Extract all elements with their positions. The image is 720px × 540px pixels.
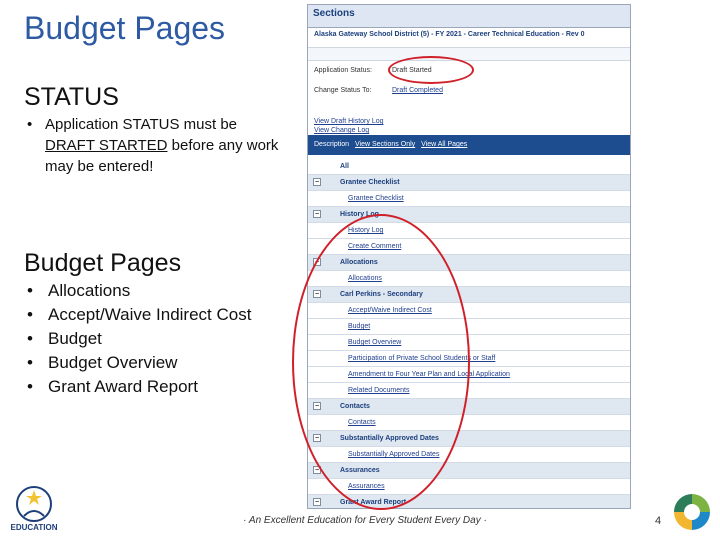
list-item: • Budget [27, 329, 102, 348]
section-page-row[interactable]: Budget [308, 319, 630, 335]
sections-list: All − Grantee Checklist Grantee Checklist − H… [308, 159, 630, 508]
section-page-row[interactable]: Substantially Approved Dates [308, 447, 630, 463]
section-label[interactable]: Accept/Waive Indirect Cost [348, 303, 432, 318]
section-group-row: − History Log [308, 207, 630, 223]
section-group-row: − Substantially Approved Dates [308, 431, 630, 447]
list-item: • Accept/Waive Indirect Cost [27, 305, 252, 324]
slide-title: Budget Pages [24, 10, 226, 46]
section-group-row: − Grant Award Report [308, 495, 630, 508]
section-label[interactable]: Participation of Private School Students… [348, 351, 495, 366]
swirl-logo [674, 494, 710, 530]
section-page-row[interactable]: Assurances [308, 479, 630, 495]
change-status-label: Change Status To: [314, 87, 372, 94]
sections-header: Sections [308, 5, 630, 28]
change-log-link[interactable]: View Change Log [314, 126, 384, 135]
section-label[interactable]: Budget [348, 319, 370, 334]
list-item: • Budget Overview [27, 353, 178, 372]
status-label: Application Status: [314, 67, 372, 74]
change-status-link[interactable]: Draft Completed [392, 87, 443, 94]
status-bullet-text: Application STATUS must be DRAFT STARTED… [45, 116, 279, 175]
application-status: Application Status: Draft Started [314, 67, 432, 74]
section-label: All [340, 163, 349, 170]
section-label[interactable]: Grantee Checklist [348, 191, 404, 206]
budget-pages-heading: Budget Pages [24, 249, 182, 277]
section-label[interactable]: Create Comment [348, 239, 401, 254]
collapse-icon[interactable]: − [313, 466, 321, 474]
collapse-icon[interactable]: − [313, 434, 321, 442]
section-group-row: − Grantee Checklist [308, 175, 630, 191]
list-item: • Allocations [27, 281, 131, 300]
section-label[interactable]: History Log [348, 223, 383, 238]
section-label: Carl Perkins - Secondary [340, 291, 423, 298]
section-label: Grant Award Report [340, 499, 407, 506]
section-group-row: − Contacts [308, 399, 630, 415]
log-links: View Draft History Log View Change Log [314, 117, 384, 135]
section-label[interactable]: Related Documents [348, 383, 409, 398]
district-title: Alaska Gateway School District (5) - FY … [314, 31, 585, 38]
section-label[interactable]: Contacts [348, 415, 376, 430]
section-group-row: − Assurances [308, 463, 630, 479]
section-label[interactable]: Budget Overview [348, 335, 401, 350]
section-label: Substantially Approved Dates [340, 435, 439, 442]
section-label[interactable]: Assurances [348, 479, 385, 494]
section-group-row: − Allocations [308, 255, 630, 271]
section-label: History Log [340, 211, 379, 218]
collapse-icon[interactable]: − [313, 258, 321, 266]
section-page-row[interactable]: History Log [308, 223, 630, 239]
collapse-icon[interactable]: − [313, 402, 321, 410]
history-log-link[interactable]: View Draft History Log [314, 117, 384, 126]
view-all-pages-link[interactable]: View All Pages [421, 141, 467, 148]
education-logo: EDUCATION [11, 486, 58, 532]
status-heading: STATUS [24, 83, 119, 111]
collapse-icon[interactable]: − [313, 210, 321, 218]
section-label: Contacts [340, 403, 370, 410]
section-label[interactable]: Amendment to Four Year Plan and Local Ap… [348, 367, 510, 382]
sections-panel: Sections Alaska Gateway School District … [307, 4, 631, 509]
status-value: Draft Started [392, 67, 432, 74]
section-label[interactable]: Substantially Approved Dates [348, 447, 439, 462]
description-label: Description [314, 141, 350, 148]
footer-tagline: · An Excellent Education for Every Stude… [243, 515, 487, 526]
section-page-row[interactable]: Amendment to Four Year Plan and Local Ap… [308, 367, 630, 383]
svg-text:EDUCATION: EDUCATION [11, 523, 58, 532]
section-page-row[interactable]: Accept/Waive Indirect Cost [308, 303, 630, 319]
section-page-row[interactable]: Grantee Checklist [308, 191, 630, 207]
collapse-icon[interactable]: − [313, 178, 321, 186]
section-page-row[interactable]: Create Comment [308, 239, 630, 255]
draft-started-underlined: DRAFT STARTED [45, 137, 168, 154]
view-sections-only-link[interactable]: View Sections Only [355, 141, 415, 148]
change-status: Change Status To: Draft Completed [314, 87, 443, 94]
divider [308, 47, 630, 61]
page-number: 4 [655, 515, 662, 527]
section-page-row[interactable]: Related Documents [308, 383, 630, 399]
collapse-icon[interactable]: − [313, 290, 321, 298]
section-all-row: All [308, 159, 630, 175]
section-page-row[interactable]: Allocations [308, 271, 630, 287]
budget-pages-list: • Allocations • Accept/Waive Indirect Cost… [24, 279, 251, 399]
collapse-icon[interactable]: − [313, 498, 321, 506]
description-bar: Description View Sections Only View All … [308, 135, 630, 155]
list-item: • Grant Award Report [27, 377, 198, 396]
bullet-dot: • [27, 116, 33, 133]
section-page-row[interactable]: Participation of Private School Students… [308, 351, 630, 367]
section-page-row[interactable]: Contacts [308, 415, 630, 431]
section-label: Assurances [340, 467, 380, 474]
section-label[interactable]: Allocations [348, 271, 382, 286]
section-page-row[interactable]: Budget Overview [308, 335, 630, 351]
section-label: Grantee Checklist [340, 179, 400, 186]
section-group-row: − Carl Perkins - Secondary [308, 287, 630, 303]
section-label: Allocations [340, 259, 378, 266]
